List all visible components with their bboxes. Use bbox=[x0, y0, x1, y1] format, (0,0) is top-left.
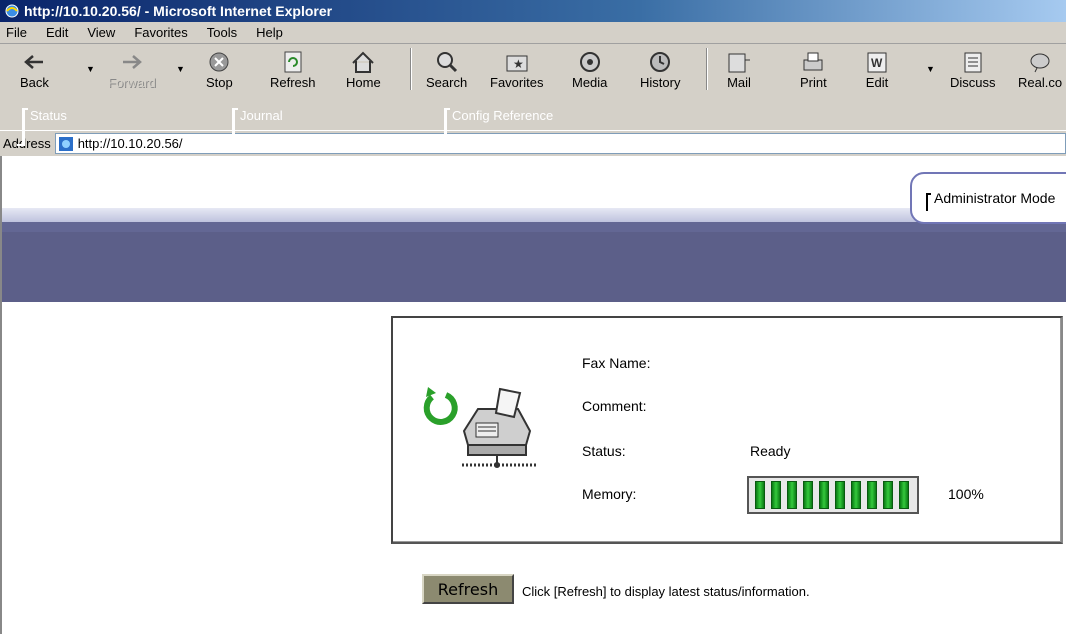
discuss-label: Discuss bbox=[950, 75, 996, 90]
bracket-icon bbox=[227, 108, 238, 146]
toolbar-separator bbox=[706, 48, 708, 90]
discuss-button[interactable]: Discuss bbox=[950, 50, 996, 90]
history-icon bbox=[650, 52, 671, 72]
svg-text:W: W bbox=[871, 56, 883, 70]
search-label: Search bbox=[426, 75, 468, 90]
status-label: Status: bbox=[582, 443, 626, 459]
edit-button[interactable]: W Edit bbox=[864, 50, 890, 90]
memory-segment bbox=[819, 481, 829, 509]
memory-percent: 100% bbox=[948, 486, 984, 502]
edit-dropdown-icon[interactable]: ▼ bbox=[926, 64, 935, 74]
memory-progress-bar bbox=[747, 476, 919, 514]
back-label: Back bbox=[20, 75, 49, 90]
memory-segment bbox=[851, 481, 861, 509]
favorites-label: Favorites bbox=[490, 75, 544, 90]
mail-label: Mail bbox=[727, 75, 751, 90]
refresh-toolbar-button[interactable]: Refresh bbox=[270, 50, 316, 90]
forward-arrow-icon bbox=[122, 55, 142, 69]
word-edit-icon: W bbox=[867, 52, 887, 73]
back-button[interactable]: Back bbox=[20, 50, 49, 90]
favorites-button[interactable]: ★ Favorites bbox=[490, 50, 543, 90]
svg-text:★: ★ bbox=[513, 57, 524, 71]
media-label: Media bbox=[572, 75, 608, 90]
forward-button[interactable]: Forward bbox=[108, 50, 156, 90]
stop-icon bbox=[209, 52, 229, 72]
home-icon bbox=[352, 51, 375, 73]
stop-label: Stop bbox=[206, 75, 233, 90]
refresh-button[interactable]: Refresh bbox=[422, 574, 514, 604]
refresh-icon bbox=[284, 51, 302, 73]
mail-icon bbox=[728, 53, 750, 73]
address-bar: Address http://10.10.20.56/ bbox=[0, 130, 1066, 156]
refresh-label: Refresh bbox=[270, 75, 316, 90]
memory-label: Memory: bbox=[582, 486, 637, 502]
real-icon bbox=[1030, 53, 1050, 73]
real-button[interactable]: Real.co bbox=[1018, 50, 1062, 90]
mail-button[interactable]: Mail bbox=[726, 50, 752, 90]
address-input[interactable]: http://10.10.20.56/ bbox=[54, 133, 1066, 154]
media-button[interactable]: Media bbox=[572, 50, 607, 90]
administrator-mode-label: Administrator Mode bbox=[934, 190, 1056, 206]
tab-config-reference-label: Config Reference bbox=[452, 108, 554, 123]
memory-segment bbox=[899, 481, 909, 509]
stop-button[interactable]: Stop bbox=[206, 50, 233, 90]
forward-dropdown-icon[interactable]: ▼ bbox=[176, 64, 185, 74]
menu-tools[interactable]: Tools bbox=[205, 25, 239, 40]
window-title-bar: http://10.10.20.56/ - Microsoft Internet… bbox=[0, 0, 1066, 22]
memory-segment bbox=[835, 481, 845, 509]
edit-label: Edit bbox=[865, 75, 889, 90]
tab-journal-label: Journal bbox=[240, 108, 283, 123]
toolbar-separator bbox=[410, 48, 412, 90]
forward-label: Forward bbox=[108, 75, 156, 90]
search-icon bbox=[436, 52, 457, 73]
print-icon bbox=[803, 52, 823, 71]
search-button[interactable]: Search bbox=[426, 50, 467, 90]
bracket-icon bbox=[439, 108, 450, 146]
history-button[interactable]: History bbox=[640, 50, 680, 90]
menu-favorites[interactable]: Favorites bbox=[132, 25, 189, 40]
discuss-icon bbox=[964, 52, 982, 73]
address-url: http://10.10.20.56/ bbox=[77, 136, 183, 151]
home-label: Home bbox=[346, 75, 381, 90]
status-value: Ready bbox=[750, 443, 791, 459]
menu-file[interactable]: File bbox=[4, 25, 29, 40]
menu-view[interactable]: View bbox=[85, 25, 117, 40]
tab-status-label: Status bbox=[30, 108, 67, 123]
favorites-icon: ★ bbox=[506, 55, 528, 72]
page-header bbox=[2, 156, 1066, 208]
bracket-icon bbox=[17, 108, 28, 146]
back-arrow-icon bbox=[24, 55, 44, 69]
history-label: History bbox=[640, 75, 681, 90]
window-title: http://10.10.20.56/ - Microsoft Internet… bbox=[24, 3, 333, 19]
media-icon bbox=[579, 52, 600, 72]
memory-segment bbox=[883, 481, 893, 509]
ie-icon bbox=[5, 4, 19, 18]
header-band-dark bbox=[2, 222, 1066, 232]
header-band-light bbox=[2, 208, 1066, 222]
comment-label: Comment: bbox=[582, 398, 647, 414]
print-button[interactable]: Print bbox=[800, 50, 827, 90]
fax-machine-icon bbox=[423, 387, 536, 468]
real-label: Real.co bbox=[1018, 75, 1063, 90]
menu-help[interactable]: Help bbox=[254, 25, 285, 40]
administrator-mode-button[interactable]: Administrator Mode bbox=[910, 172, 1066, 224]
memory-segment bbox=[755, 481, 765, 509]
page-icon bbox=[58, 136, 73, 151]
refresh-hint: Click [Refresh] to display latest status… bbox=[522, 584, 810, 599]
admin-bracket-icon bbox=[926, 193, 931, 211]
back-dropdown-icon[interactable]: ▼ bbox=[86, 64, 95, 74]
memory-segment bbox=[771, 481, 781, 509]
fax-name-label: Fax Name: bbox=[582, 355, 651, 371]
memory-segment bbox=[787, 481, 797, 509]
home-button[interactable]: Home bbox=[346, 50, 381, 90]
nav-bar bbox=[2, 232, 1066, 302]
menu-bar: File Edit View Favorites Tools Help bbox=[0, 22, 1066, 44]
memory-segment bbox=[803, 481, 813, 509]
print-label: Print bbox=[800, 75, 827, 90]
memory-segment bbox=[867, 481, 877, 509]
menu-edit[interactable]: Edit bbox=[44, 25, 70, 40]
